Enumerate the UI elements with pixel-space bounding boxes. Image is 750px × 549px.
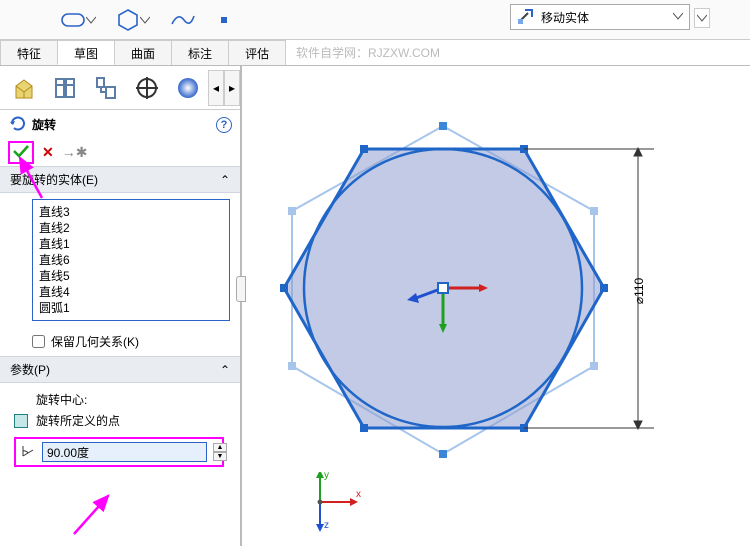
angle-input[interactable] — [42, 442, 207, 462]
annotation-arrow-icon — [68, 488, 128, 538]
property-manager-panel: ◂ ▸ 旋转 ? ✕ →✱ 要旋转的实体(E) ⌃ 直线3 直线2 直线1 直线… — [0, 66, 242, 546]
panel-scroll-right[interactable]: ▸ — [224, 70, 240, 106]
list-item[interactable]: 圆弧1 — [39, 300, 223, 316]
ribbon-more-button[interactable] — [694, 8, 710, 28]
list-item[interactable]: 直线1 — [39, 236, 223, 252]
tab-surface[interactable]: 曲面 — [114, 40, 172, 65]
annotation-arrow-icon — [2, 150, 52, 200]
point-marker-icon — [14, 414, 28, 428]
chevron-up-icon: ⌃ — [220, 173, 230, 187]
panel-title: 旋转 — [32, 116, 56, 133]
panel-tab-row: ◂ ▸ — [0, 66, 240, 110]
slot-icon[interactable] — [60, 11, 96, 29]
move-entity-icon — [517, 7, 535, 28]
appearance-tab[interactable] — [167, 68, 208, 108]
entities-list[interactable]: 直线3 直线2 直线1 直线6 直线5 直线4 圆弧1 — [32, 199, 230, 321]
config-manager-tab[interactable] — [86, 68, 127, 108]
triad-x-label: x — [356, 489, 361, 500]
list-item[interactable]: 直线6 — [39, 252, 223, 268]
list-item[interactable]: 直线5 — [39, 268, 223, 284]
graphics-area[interactable]: ⌀110 x y z — [244, 66, 750, 546]
triad-y-label: y — [324, 472, 329, 481]
list-item[interactable]: 直线2 — [39, 220, 223, 236]
ribbon-top: 移动实体 — [0, 0, 750, 40]
params-section-header[interactable]: 参数(P) ⌃ — [0, 356, 240, 383]
triad-z-label: z — [324, 520, 329, 531]
pin-button[interactable]: →✱ — [62, 144, 88, 161]
help-button[interactable]: ? — [216, 117, 232, 133]
panel-splitter-handle[interactable] — [236, 276, 246, 302]
keep-relations-label: 保留几何关系(K) — [51, 333, 139, 350]
tab-evaluate[interactable]: 评估 — [228, 40, 286, 65]
tab-annotate[interactable]: 标注 — [171, 40, 229, 65]
rotate-icon — [8, 114, 26, 135]
spline-icon[interactable] — [170, 10, 196, 30]
polygon-icon[interactable] — [116, 8, 150, 32]
angle-spinner[interactable]: ▲▼ — [213, 443, 227, 461]
center-label: 旋转中心: — [36, 391, 226, 408]
keep-relations-checkbox[interactable] — [32, 335, 45, 348]
watermark-text: 软件自学网：RJZXW.COM — [296, 40, 440, 66]
tab-sketch[interactable]: 草图 — [57, 40, 115, 65]
move-entity-label: 移动实体 — [541, 9, 589, 26]
feature-manager-tab[interactable] — [4, 68, 45, 108]
move-entity-dropdown[interactable]: 移动实体 — [510, 4, 690, 30]
dimension-value[interactable]: ⌀110 — [632, 278, 646, 304]
point-icon[interactable] — [216, 12, 232, 28]
list-item[interactable]: 直线3 — [39, 204, 223, 220]
view-triad[interactable]: x y z — [306, 472, 366, 532]
command-tab-bar: 特征 草图 曲面 标注 评估 软件自学网：RJZXW.COM — [0, 40, 750, 66]
dimxpert-tab[interactable] — [126, 68, 167, 108]
angle-input-row: ▲▼ — [14, 437, 224, 467]
chevron-up-icon: ⌃ — [220, 363, 230, 377]
panel-title-row: 旋转 ? — [0, 110, 240, 139]
chevron-down-icon — [673, 10, 683, 24]
defined-point-label: 旋转所定义的点 — [36, 412, 120, 429]
property-manager-tab[interactable] — [45, 68, 86, 108]
angle-icon — [20, 443, 36, 462]
list-item[interactable]: 直线4 — [39, 284, 223, 300]
panel-scroll-left[interactable]: ◂ — [208, 70, 224, 106]
params-header-label: 参数(P) — [10, 361, 50, 378]
tab-feature[interactable]: 特征 — [0, 40, 58, 65]
